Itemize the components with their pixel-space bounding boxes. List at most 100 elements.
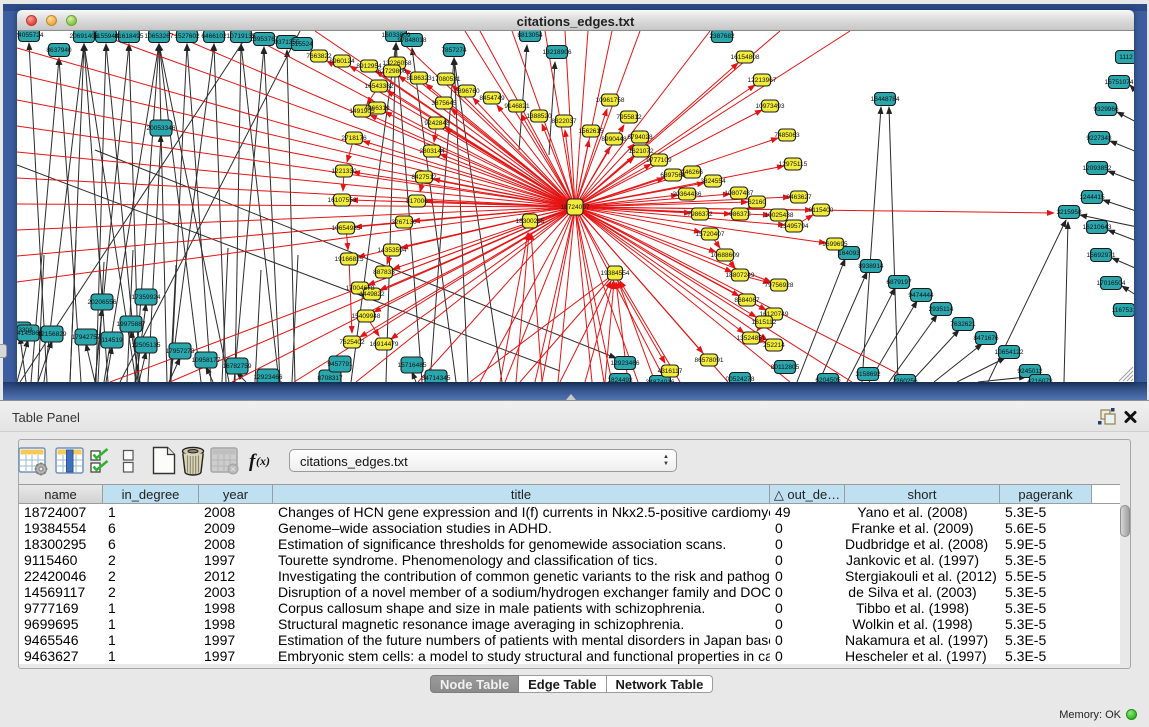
svg-text:12975115: 12975115	[779, 161, 808, 168]
svg-text:14353594: 14353594	[378, 247, 407, 254]
svg-text:1244415: 1244415	[1079, 194, 1105, 201]
svg-text:13495794: 13495794	[780, 223, 809, 230]
svg-text:19384554: 19384554	[601, 270, 630, 277]
svg-text:18724007: 18724007	[561, 204, 590, 211]
svg-text:8322037: 8322037	[551, 118, 577, 125]
svg-text:114519: 114519	[101, 337, 123, 344]
svg-text:86578091: 86578091	[695, 357, 724, 364]
svg-text:3158692: 3158692	[855, 371, 881, 378]
svg-text:252214: 252214	[763, 342, 785, 349]
svg-text:2718176: 2718176	[341, 135, 367, 142]
svg-text:16914479: 16914479	[370, 341, 399, 348]
svg-text:17957273: 17957273	[166, 348, 195, 355]
svg-text:80112805: 80112805	[771, 364, 800, 371]
svg-text:97848018: 97848018	[398, 37, 427, 44]
svg-text:2896760: 2896760	[454, 88, 480, 95]
svg-text:16154808: 16154808	[731, 54, 760, 61]
svg-text:7857274: 7857274	[441, 47, 467, 54]
svg-text:17016504: 17016504	[1097, 280, 1126, 287]
svg-text:18807249: 18807249	[726, 272, 755, 279]
svg-text:8684067: 8684067	[734, 297, 760, 304]
svg-text:16210643: 16210643	[1083, 224, 1112, 231]
svg-text:1221330: 1221330	[331, 168, 357, 175]
svg-text:9777109: 9777109	[646, 157, 672, 164]
svg-text:15751074: 15751074	[1105, 79, 1134, 86]
svg-text:1449822: 1449822	[359, 291, 385, 298]
svg-text:3267130: 3267130	[391, 219, 417, 226]
svg-text:13524851: 13524851	[737, 335, 766, 342]
svg-text:4316117: 4316117	[658, 368, 683, 375]
svg-text:9227343: 9227343	[1086, 135, 1112, 142]
svg-text:8938914: 8938914	[858, 263, 884, 270]
svg-text:9699695: 9699695	[822, 241, 848, 248]
svg-text:8471676: 8471676	[973, 335, 999, 342]
svg-text:3875645: 3875645	[431, 100, 457, 107]
svg-text:9242848: 9242848	[424, 120, 450, 127]
svg-text:10688609: 10688609	[711, 252, 740, 259]
svg-text:12505135: 12505135	[132, 342, 161, 349]
svg-text:16120749: 16120749	[760, 311, 789, 318]
svg-text:7632621: 7632621	[950, 321, 976, 328]
svg-text:6879197: 6879197	[886, 279, 912, 286]
svg-text:13226058: 13226058	[383, 60, 412, 67]
svg-text:20053346: 20053346	[147, 125, 176, 132]
svg-text:8427512: 8427512	[411, 174, 437, 181]
svg-text:62729806: 62729806	[378, 68, 407, 75]
svg-text:15692971: 15692971	[1087, 252, 1116, 259]
svg-text:6204505: 6204505	[815, 377, 841, 382]
svg-text:(x): (x)	[256, 454, 270, 468]
svg-text:12923466: 12923466	[254, 374, 283, 381]
svg-text:10807487: 10807487	[725, 190, 754, 197]
svg-text:6466102: 6466102	[201, 33, 227, 40]
svg-text:1388520: 1388520	[526, 113, 552, 120]
svg-text:16543382: 16543382	[365, 83, 394, 90]
svg-text:4216073: 4216073	[1027, 378, 1053, 382]
svg-text:10961758: 10961758	[596, 97, 625, 104]
svg-text:18300295: 18300295	[516, 218, 545, 225]
svg-text:20206556: 20206556	[88, 299, 117, 306]
svg-text:746266: 746266	[681, 169, 703, 176]
svg-text:10973493: 10973493	[756, 103, 785, 110]
svg-text:17080531: 17080531	[432, 76, 461, 83]
svg-text:1621072: 1621072	[628, 148, 654, 155]
svg-text:9115400: 9115400	[809, 207, 834, 214]
svg-text:164093: 164093	[838, 250, 860, 257]
svg-text:62160: 62160	[748, 199, 766, 206]
svg-text:2935114: 2935114	[929, 306, 954, 313]
svg-text:8813054: 8813054	[517, 32, 543, 39]
svg-text:8454749: 8454749	[479, 95, 505, 102]
svg-text:17942757: 17942757	[72, 334, 101, 341]
svg-text:17359924: 17359924	[132, 294, 161, 301]
svg-text:887833: 887833	[373, 269, 395, 276]
svg-text:12923466: 12923466	[611, 360, 640, 367]
svg-text:1491905: 1491905	[349, 108, 375, 115]
svg-text:12213967: 12213967	[748, 77, 777, 84]
svg-text:1824493: 1824493	[607, 377, 633, 382]
svg-text:8637940: 8637940	[46, 47, 72, 54]
svg-text:10654122: 10654122	[995, 349, 1024, 356]
svg-text:9463627: 9463627	[786, 194, 812, 201]
svg-text:6794028: 6794028	[627, 134, 653, 141]
svg-text:8990448: 8990448	[601, 136, 627, 143]
svg-text:15409948: 15409948	[352, 313, 381, 320]
svg-text:2260256: 2260256	[892, 378, 918, 382]
svg-text:986372: 986372	[729, 211, 751, 218]
svg-text:20364436: 20364436	[673, 191, 702, 198]
svg-text:3824554: 3824554	[700, 178, 726, 185]
svg-text:9329966: 9329966	[1093, 106, 1119, 113]
svg-text:15716485: 15716485	[398, 362, 427, 369]
svg-text:12093852: 12093852	[1083, 165, 1112, 172]
svg-text:16107553: 16107553	[328, 197, 357, 204]
svg-text:15720407: 15720407	[696, 231, 725, 238]
svg-text:515524: 515524	[291, 41, 313, 48]
svg-text:8960124: 8960124	[329, 58, 355, 65]
svg-text:24055724: 24055724	[17, 32, 44, 39]
svg-text:10653267: 10653267	[145, 33, 174, 40]
svg-text:10654985: 10654985	[332, 225, 361, 232]
svg-text:1615112: 1615112	[752, 319, 777, 326]
svg-text:10958177: 10958177	[192, 357, 221, 364]
svg-text:00524278: 00524278	[726, 376, 755, 382]
svg-text:2387682: 2387682	[709, 33, 735, 40]
svg-text:9245012: 9245012	[1017, 368, 1043, 375]
svg-text:12156829: 12156829	[38, 331, 67, 338]
